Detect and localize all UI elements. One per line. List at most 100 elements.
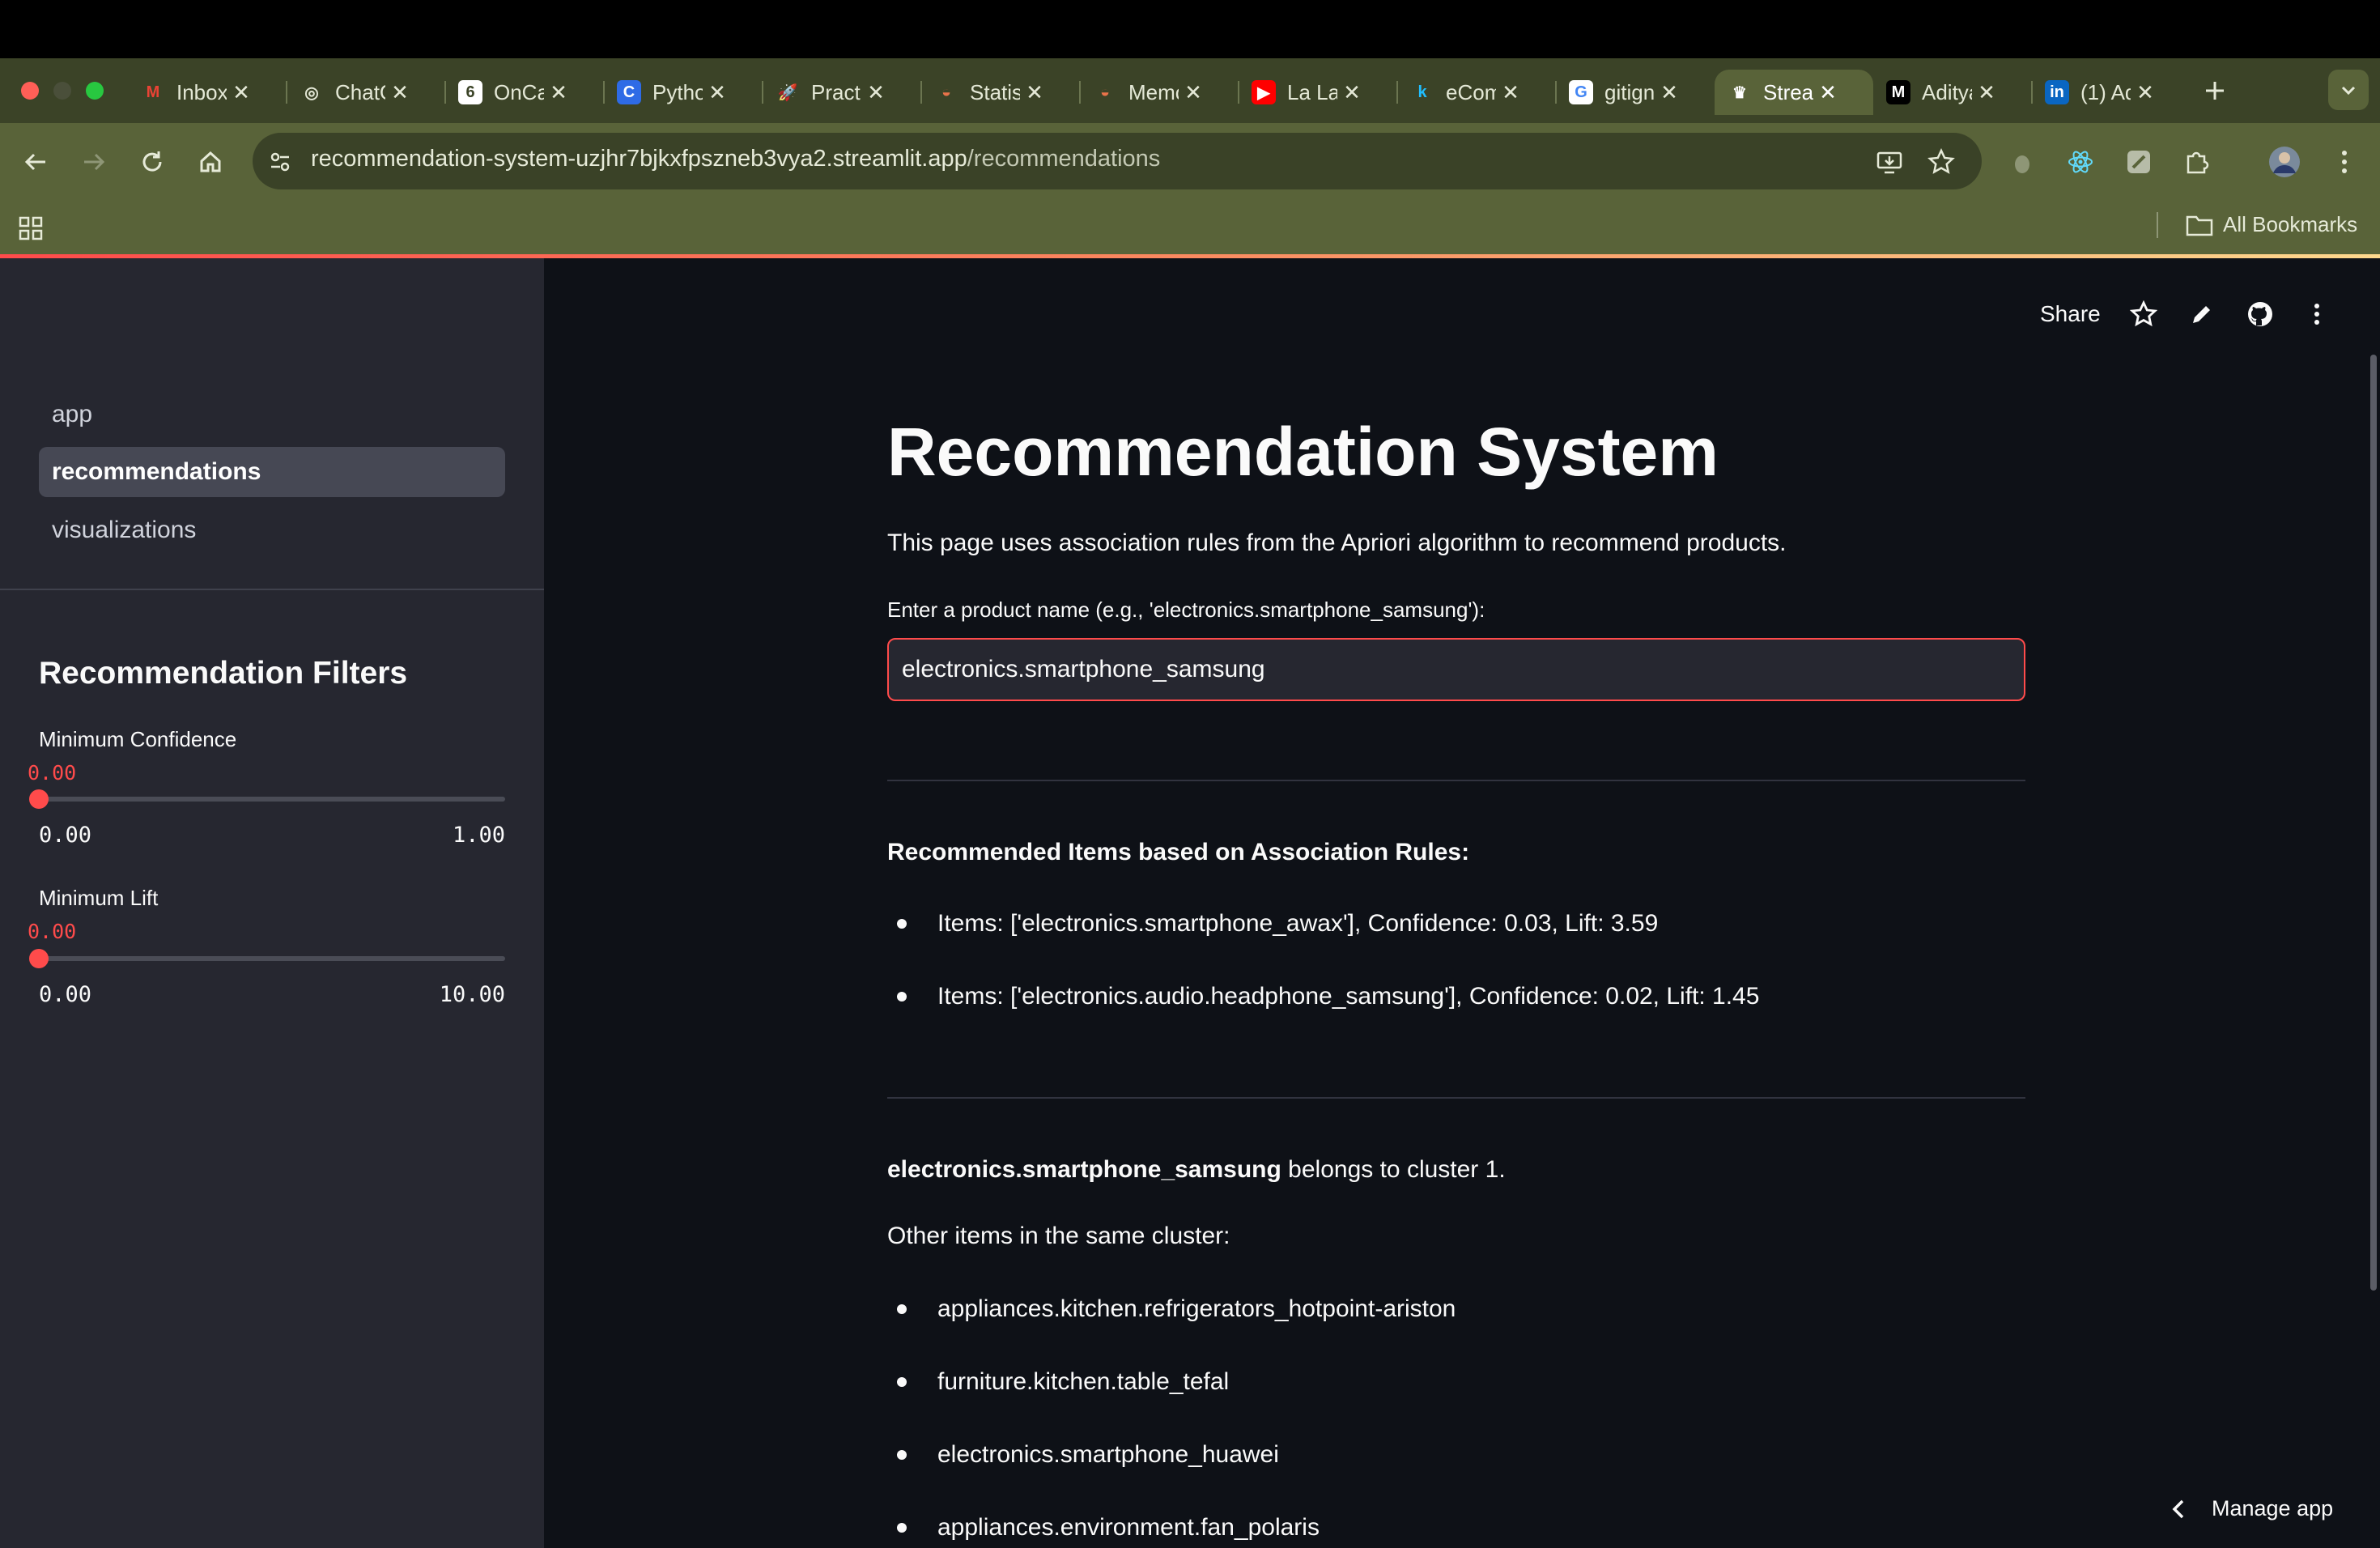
browser-tab[interactable]: ◎ ChatGPT✕ [287,70,445,115]
cluster-others-label: Other items in the same cluster: [887,1223,1230,1249]
tab-close-icon[interactable]: ✕ [385,80,414,105]
extension-icon-2[interactable] [2119,142,2158,181]
reload-button[interactable] [133,142,172,181]
pencil-icon [2193,306,2210,323]
close-window-button[interactable] [21,82,39,100]
browser-tab[interactable]: M Inbox ✕ [128,70,287,115]
new-tab-button[interactable] [2195,71,2234,110]
tab-favicon-icon: 🚀 [777,83,798,102]
install-app-icon[interactable] [1870,142,1909,181]
bullet [897,1304,907,1314]
browser-tab[interactable]: M Aditya✕ [1873,70,2032,115]
min-confidence-label: Minimum Confidence [39,727,237,751]
react-devtools-icon[interactable] [2061,142,2100,181]
tab-favicon-icon: ◒ [941,83,952,101]
tab-favicon-icon: G [1569,80,1593,104]
tab-close-icon[interactable]: ✕ [1496,80,1525,105]
browser-tab[interactable]: 🚀 Practice✕ [763,70,921,115]
browser-tab[interactable]: ◒ Statistics✕ [921,70,1080,115]
bullet [897,1377,907,1387]
tab-favicon-icon: 6 [458,80,482,104]
min-lift-slider-track[interactable] [39,956,505,961]
tab-favicon-icon: ◒ [1099,83,1111,101]
tab-favicon-icon: ♛ [1732,83,1747,102]
plus-icon [2206,82,2224,100]
tab-close-icon[interactable]: ✕ [1972,80,2001,105]
browser-tab[interactable]: Ggitignore✕ [1556,70,1715,115]
cluster-item: appliances.kitchen.refrigerators_hotpoin… [897,1295,1456,1323]
recommendation-text: Items: ['electronics.smartphone_awax'], … [937,910,1659,937]
sidebar-nav-app[interactable]: app [39,389,505,440]
min-confidence-min: 0.00 [39,823,92,848]
minimize-window-button[interactable] [53,82,71,100]
tab-title: OnCampus [494,79,544,104]
chevron-left-icon [2172,1499,2184,1518]
apps-grid-icon[interactable] [11,209,50,248]
back-button[interactable] [16,142,55,181]
app-menu-button[interactable] [2301,298,2333,330]
share-button[interactable]: Share [2040,298,2101,330]
tab-close-icon[interactable]: ✕ [1655,80,1684,105]
min-lift-min: 0.00 [39,982,92,1007]
os-menu-bar [0,0,2380,58]
url-text[interactable]: recommendation-system-uzjhr7bjkxfpszneb3… [311,146,1160,172]
cluster-product: electronics.smartphone_samsung [887,1156,1281,1183]
more-vertical-icon [2314,304,2319,325]
tab-favicon-icon: in [2045,80,2069,104]
main-scrollbar[interactable] [2370,355,2377,1291]
tab-close-icon[interactable]: ✕ [1020,80,1049,105]
recommendation-item: Items: ['electronics.audio.headphone_sam… [897,983,1759,1010]
tab-close-icon[interactable]: ✕ [1813,80,1842,105]
tab-close-icon[interactable]: ✕ [544,80,573,105]
tab-close-icon[interactable]: ✕ [861,80,890,105]
browser-menu-icon[interactable] [2325,142,2364,181]
manage-app-button[interactable]: Manage app [2170,1496,2333,1521]
maximize-window-button[interactable] [86,82,104,100]
edit-button[interactable] [2186,298,2218,330]
tab-search-button[interactable] [2328,70,2369,110]
min-confidence-value: 0.00 [28,761,77,785]
profile-avatar[interactable] [2265,142,2304,181]
forward-button[interactable] [74,142,113,181]
browser-tab[interactable]: ♛ Streamlit✕ [1715,70,1873,115]
nav-label: app [52,401,93,427]
tab-title: gitignore [1604,79,1655,104]
browser-tab[interactable]: ▶ La La ✕ [1239,70,1397,115]
browser-tab[interactable]: 6 OnCampus✕ [445,70,604,115]
browser-tab[interactable]: C Python✕ [604,70,763,115]
cluster-statement: electronics.smartphone_samsung belongs t… [887,1156,1506,1184]
cluster-item: appliances.environment.fan_polaris [897,1514,1320,1542]
tab-close-icon[interactable]: ✕ [227,80,256,105]
home-button[interactable] [191,142,230,181]
min-lift-max: 10.00 [439,982,505,1007]
arrow-right-icon [84,153,105,171]
extension-icon-1[interactable] [2003,142,2042,181]
bookmark-star-icon[interactable] [1922,142,1961,181]
all-bookmarks-button[interactable]: All Bookmarks [2186,212,2357,237]
cluster-item-text: electronics.smartphone_huawei [937,1441,1279,1468]
cluster-item-text: appliances.kitchen.refrigerators_hotpoin… [937,1295,1456,1322]
min-confidence-slider-thumb[interactable] [29,789,49,809]
extensions-puzzle-icon[interactable] [2178,142,2216,181]
tab-title: ChatGPT [335,79,385,104]
tab-close-icon[interactable]: ✕ [1179,80,1208,105]
site-info-icon[interactable] [261,142,300,181]
min-confidence-max: 1.00 [452,823,505,848]
min-lift-slider-thumb[interactable] [29,949,49,968]
browser-tab[interactable]: ◒ Memory✕ [1080,70,1239,115]
tab-close-icon[interactable]: ✕ [703,80,732,105]
tab-close-icon[interactable]: ✕ [1337,80,1366,105]
browser-tab[interactable]: in (1) Aditya✕ [2032,70,2191,115]
min-lift-label: Minimum Lift [39,886,159,910]
favorite-button[interactable] [2127,298,2160,330]
browser-tab[interactable]: k eCommerce✕ [1397,70,1556,115]
min-confidence-slider-track[interactable] [39,797,505,802]
github-button[interactable] [2244,298,2276,330]
product-input[interactable] [887,638,2025,701]
tab-title: eCommerce [1446,79,1496,104]
tab-close-icon[interactable]: ✕ [2131,80,2160,105]
tab-title: Memory [1128,79,1179,104]
sidebar-nav-visualizations[interactable]: visualizations [39,505,505,555]
sidebar-nav-recommendations[interactable]: recommendations [39,447,505,497]
tab-favicon-icon: k [1417,83,1427,101]
